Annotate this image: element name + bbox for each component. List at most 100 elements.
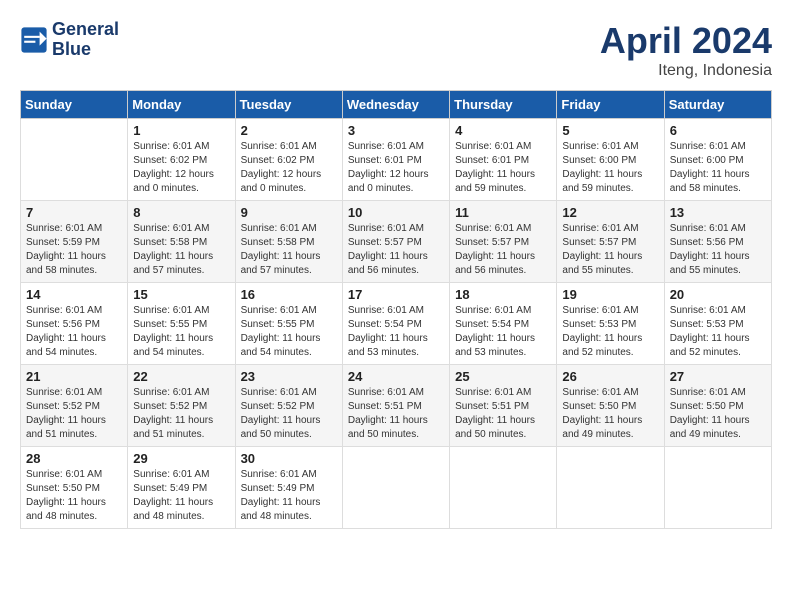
calendar-table: SundayMondayTuesdayWednesdayThursdayFrid… (20, 90, 772, 529)
logo-icon (20, 26, 48, 54)
day-number: 3 (348, 123, 444, 138)
day-info: Sunrise: 6:01 AM Sunset: 5:53 PM Dayligh… (562, 304, 658, 360)
calendar-header-row: SundayMondayTuesdayWednesdayThursdayFrid… (21, 91, 772, 119)
day-info: Sunrise: 6:01 AM Sunset: 6:00 PM Dayligh… (562, 140, 658, 196)
calendar-cell (342, 447, 449, 529)
day-number: 21 (26, 369, 122, 384)
day-number: 12 (562, 205, 658, 220)
day-number: 22 (133, 369, 229, 384)
day-number: 9 (241, 205, 337, 220)
week-row-3: 14Sunrise: 6:01 AM Sunset: 5:56 PM Dayli… (21, 283, 772, 365)
day-number: 25 (455, 369, 551, 384)
day-info: Sunrise: 6:01 AM Sunset: 5:51 PM Dayligh… (348, 386, 444, 442)
day-info: Sunrise: 6:01 AM Sunset: 5:50 PM Dayligh… (26, 468, 122, 524)
week-row-2: 7Sunrise: 6:01 AM Sunset: 5:59 PM Daylig… (21, 201, 772, 283)
header-monday: Monday (128, 91, 235, 119)
day-info: Sunrise: 6:01 AM Sunset: 6:00 PM Dayligh… (670, 140, 766, 196)
day-number: 16 (241, 287, 337, 302)
calendar-cell: 20 Sunrise: 6:01 AM Sunset: 5:53 PM Dayli… (664, 283, 771, 365)
day-number: 30 (241, 451, 337, 466)
header-sunday: Sunday (21, 91, 128, 119)
day-number: 26 (562, 369, 658, 384)
calendar-cell: 16 Sunrise: 6:01 AM Sunset: 5:55 PM Dayli… (235, 283, 342, 365)
calendar-cell: 30Sunrise: 6:01 AM Sunset: 5:49 PM Dayli… (235, 447, 342, 529)
day-number: 23 (241, 369, 337, 384)
calendar-cell: 19 Sunrise: 6:01 AM Sunset: 5:53 PM Dayli… (557, 283, 664, 365)
page-header: General Blue April 2024 Iteng, Indonesia (20, 20, 772, 80)
header-wednesday: Wednesday (342, 91, 449, 119)
day-number: 5 (562, 123, 658, 138)
day-info: Sunrise: 6:01 AM Sunset: 5:58 PM Dayligh… (133, 222, 229, 278)
day-number: 10 (348, 205, 444, 220)
day-number: 14 (26, 287, 122, 302)
day-number: 11 (455, 205, 551, 220)
calendar-cell: 5 Sunrise: 6:01 AM Sunset: 6:00 PM Daylig… (557, 119, 664, 201)
calendar-cell: 6 Sunrise: 6:01 AM Sunset: 6:00 PM Daylig… (664, 119, 771, 201)
day-info: Sunrise: 6:01 AM Sunset: 5:52 PM Dayligh… (241, 386, 337, 442)
calendar-cell: 17Sunrise: 6:01 AM Sunset: 5:54 PM Dayli… (342, 283, 449, 365)
day-number: 18 (455, 287, 551, 302)
week-row-5: 28 Sunrise: 6:01 AM Sunset: 5:50 PM Dayli… (21, 447, 772, 529)
calendar-cell: 27Sunrise: 6:01 AM Sunset: 5:50 PM Dayli… (664, 365, 771, 447)
day-number: 19 (562, 287, 658, 302)
day-info: Sunrise: 6:01 AM Sunset: 5:54 PM Dayligh… (455, 304, 551, 360)
calendar-cell (664, 447, 771, 529)
header-friday: Friday (557, 91, 664, 119)
day-number: 13 (670, 205, 766, 220)
day-info: Sunrise: 6:01 AM Sunset: 5:57 PM Dayligh… (562, 222, 658, 278)
calendar-cell: 8 Sunrise: 6:01 AM Sunset: 5:58 PM Daylig… (128, 201, 235, 283)
calendar-cell (557, 447, 664, 529)
calendar-cell: 3 Sunrise: 6:01 AM Sunset: 6:01 PM Daylig… (342, 119, 449, 201)
day-info: Sunrise: 6:01 AM Sunset: 5:51 PM Dayligh… (455, 386, 551, 442)
calendar-cell: 15 Sunrise: 6:01 AM Sunset: 5:55 PM Dayli… (128, 283, 235, 365)
calendar-cell: 25 Sunrise: 6:01 AM Sunset: 5:51 PM Dayli… (450, 365, 557, 447)
calendar-cell: 21 Sunrise: 6:01 AM Sunset: 5:52 PM Dayli… (21, 365, 128, 447)
day-info: Sunrise: 6:01 AM Sunset: 6:01 PM Dayligh… (348, 140, 444, 196)
day-info: Sunrise: 6:01 AM Sunset: 5:58 PM Dayligh… (241, 222, 337, 278)
calendar-cell: 23 Sunrise: 6:01 AM Sunset: 5:52 PM Dayli… (235, 365, 342, 447)
calendar-cell: 14Sunrise: 6:01 AM Sunset: 5:56 PM Dayli… (21, 283, 128, 365)
calendar-cell: 9 Sunrise: 6:01 AM Sunset: 5:58 PM Daylig… (235, 201, 342, 283)
day-number: 8 (133, 205, 229, 220)
day-number: 15 (133, 287, 229, 302)
day-number: 24 (348, 369, 444, 384)
calendar-cell: 22 Sunrise: 6:01 AM Sunset: 5:52 PM Dayli… (128, 365, 235, 447)
week-row-4: 21 Sunrise: 6:01 AM Sunset: 5:52 PM Dayli… (21, 365, 772, 447)
day-info: Sunrise: 6:01 AM Sunset: 5:59 PM Dayligh… (26, 222, 122, 278)
calendar-cell (450, 447, 557, 529)
logo-text: General Blue (52, 20, 119, 60)
calendar-cell: 28 Sunrise: 6:01 AM Sunset: 5:50 PM Dayli… (21, 447, 128, 529)
calendar-cell: 10 Sunrise: 6:01 AM Sunset: 5:57 PM Dayli… (342, 201, 449, 283)
day-number: 28 (26, 451, 122, 466)
day-number: 4 (455, 123, 551, 138)
calendar-cell: 7Sunrise: 6:01 AM Sunset: 5:59 PM Daylig… (21, 201, 128, 283)
calendar-cell: 11 Sunrise: 6:01 AM Sunset: 5:57 PM Dayli… (450, 201, 557, 283)
day-info: Sunrise: 6:01 AM Sunset: 5:54 PM Dayligh… (348, 304, 444, 360)
day-info: Sunrise: 6:01 AM Sunset: 5:49 PM Dayligh… (133, 468, 229, 524)
day-info: Sunrise: 6:01 AM Sunset: 5:57 PM Dayligh… (348, 222, 444, 278)
day-number: 2 (241, 123, 337, 138)
header-thursday: Thursday (450, 91, 557, 119)
day-info: Sunrise: 6:01 AM Sunset: 6:02 PM Dayligh… (241, 140, 337, 196)
header-saturday: Saturday (664, 91, 771, 119)
day-number: 20 (670, 287, 766, 302)
calendar-cell: 26 Sunrise: 6:01 AM Sunset: 5:50 PM Dayli… (557, 365, 664, 447)
calendar-cell: 4 Sunrise: 6:01 AM Sunset: 6:01 PM Daylig… (450, 119, 557, 201)
logo-general: General (52, 19, 119, 39)
day-info: Sunrise: 6:01 AM Sunset: 5:50 PM Dayligh… (562, 386, 658, 442)
calendar-cell: 18 Sunrise: 6:01 AM Sunset: 5:54 PM Dayli… (450, 283, 557, 365)
day-info: Sunrise: 6:01 AM Sunset: 6:01 PM Dayligh… (455, 140, 551, 196)
day-info: Sunrise: 6:01 AM Sunset: 5:55 PM Dayligh… (241, 304, 337, 360)
day-info: Sunrise: 6:01 AM Sunset: 5:52 PM Dayligh… (26, 386, 122, 442)
day-info: Sunrise: 6:01 AM Sunset: 5:52 PM Dayligh… (133, 386, 229, 442)
logo-blue: Blue (52, 39, 91, 59)
day-info: Sunrise: 6:01 AM Sunset: 5:57 PM Dayligh… (455, 222, 551, 278)
calendar-cell: 13Sunrise: 6:01 AM Sunset: 5:56 PM Dayli… (664, 201, 771, 283)
day-info: Sunrise: 6:01 AM Sunset: 5:55 PM Dayligh… (133, 304, 229, 360)
calendar-cell (21, 119, 128, 201)
day-number: 6 (670, 123, 766, 138)
calendar-cell: 1Sunrise: 6:01 AM Sunset: 6:02 PM Daylig… (128, 119, 235, 201)
day-info: Sunrise: 6:01 AM Sunset: 5:53 PM Dayligh… (670, 304, 766, 360)
day-number: 29 (133, 451, 229, 466)
header-tuesday: Tuesday (235, 91, 342, 119)
